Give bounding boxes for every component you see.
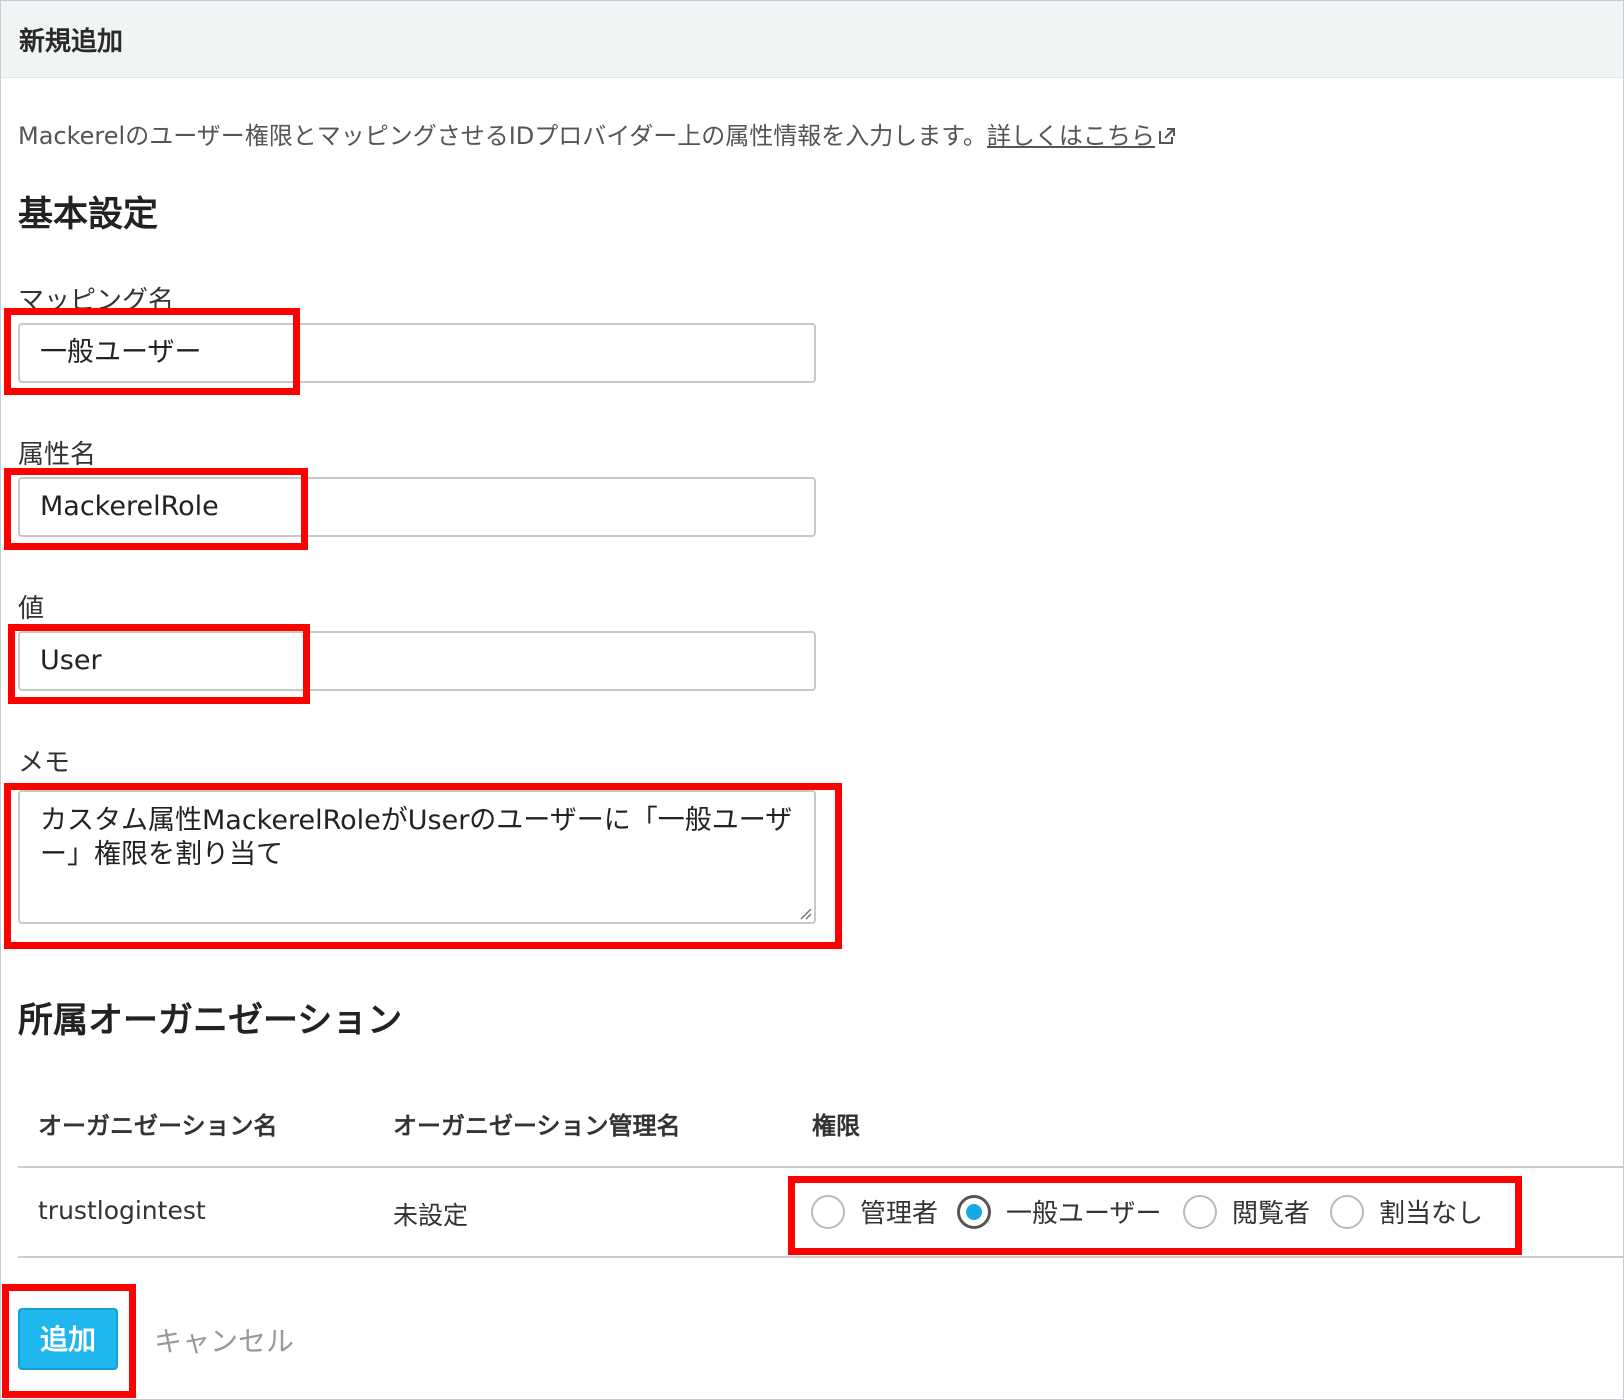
col-header-role: 権限 xyxy=(812,1112,860,1140)
description-text: Mackerelのユーザー権限とマッピングさせるIDプロバイダー上の属性情報を入… xyxy=(18,122,987,150)
cancel-button[interactable]: キャンセル xyxy=(154,1320,294,1360)
table-bottom-divider xyxy=(18,1256,1624,1258)
highlight-mapping-name xyxy=(4,308,300,395)
dialog-header: 新規追加 xyxy=(1,1,1623,78)
org-name-cell: trustlogintest xyxy=(38,1196,206,1225)
details-link[interactable]: 詳しくはこちら xyxy=(987,122,1155,150)
highlight-value xyxy=(8,624,310,704)
value-label: 値 xyxy=(18,594,45,624)
highlight-attribute-name xyxy=(4,468,308,550)
col-header-org-name: オーガニゼーション名 xyxy=(38,1112,278,1140)
table-header-divider xyxy=(18,1166,1624,1168)
highlight-add-button xyxy=(2,1284,136,1398)
highlight-roles xyxy=(788,1176,1522,1255)
organization-heading: 所属オーガニゼーション xyxy=(18,1001,403,1041)
attribute-name-label: 属性名 xyxy=(18,440,97,470)
org-managed-name-cell: 未設定 xyxy=(393,1201,469,1230)
highlight-memo xyxy=(4,783,842,949)
dialog-title: 新規追加 xyxy=(19,27,124,57)
basic-settings-heading: 基本設定 xyxy=(18,195,159,235)
description: Mackerelのユーザー権限とマッピングさせるIDプロバイダー上の属性情報を入… xyxy=(18,116,1177,151)
memo-label: メモ xyxy=(18,748,71,778)
col-header-org-managed-name: オーガニゼーション管理名 xyxy=(393,1112,681,1140)
external-link-icon[interactable] xyxy=(1157,126,1177,146)
